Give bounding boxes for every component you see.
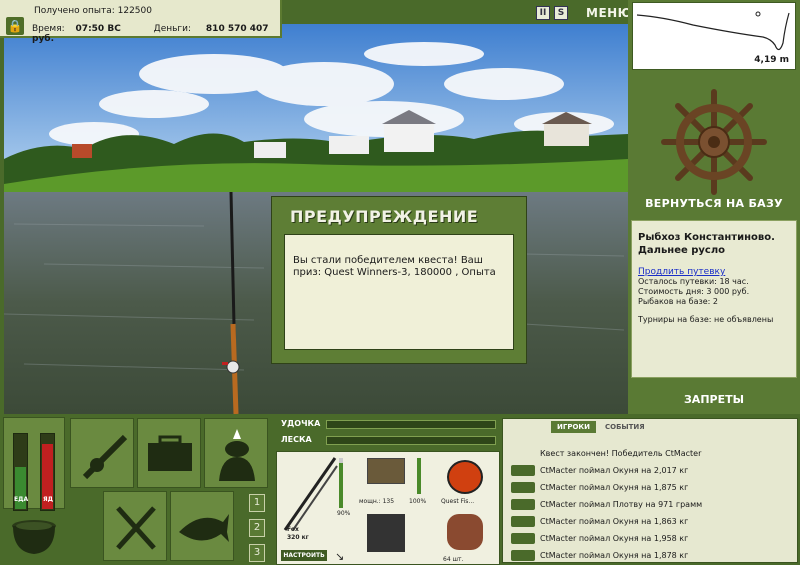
- line-bar-label: ЛЕСКА: [281, 435, 312, 444]
- rod-bar-label: УДОЧКА: [281, 419, 321, 428]
- lure-name: Quest Fis...: [441, 498, 475, 505]
- list-item: CtMacter поймал Окуня на 1,958 кг: [509, 530, 795, 547]
- arrow-icon[interactable]: ↘: [335, 550, 344, 563]
- reel-cond-fill: [417, 458, 421, 494]
- page-button-2[interactable]: 2: [249, 519, 265, 537]
- tackle-panel: Fox 320 кг 90% мощн.: 135 100% Quest Fis…: [276, 451, 500, 565]
- bait-count: 64 шт.: [443, 556, 464, 563]
- top-controls: II S МЕНЮ: [536, 4, 632, 22]
- events-tabs: ИГРОКИ СОБЫТИЯ: [551, 421, 651, 433]
- fish-icon: [511, 533, 535, 544]
- money-value: 810 570 407 руб.: [32, 24, 269, 44]
- fish-icon: [511, 465, 535, 476]
- rod-percent: 90%: [337, 510, 351, 517]
- time-label: Время:: [32, 24, 65, 34]
- lock-icon[interactable]: 🔒: [6, 17, 24, 35]
- fisherman-icon: [219, 429, 255, 481]
- base-info-panel: Рыбхоз Константиново. Дальнее русло Прод…: [631, 220, 797, 378]
- fish-icon: [511, 550, 535, 561]
- reel-power: мощн.: 135: [359, 498, 395, 505]
- bait-slot[interactable]: [447, 514, 483, 550]
- rod-icon: [283, 457, 338, 531]
- list-item: CtMacter поймал Окуня на 2,017 кг: [509, 462, 795, 479]
- bans-button[interactable]: ЗАПРЕТЫ: [628, 393, 800, 406]
- dialog-message: Вы стали победителем квеста! Ваш приз: Q…: [284, 234, 514, 350]
- rod-slot[interactable]: Fox 320 кг: [279, 454, 341, 564]
- fish-icon: [511, 516, 535, 527]
- food-label: ЕДА: [14, 496, 29, 503]
- tab-events[interactable]: СОБЫТИЯ: [598, 421, 651, 433]
- warning-dialog[interactable]: ПРЕДУПРЕЖДЕНИЕ Вы стали победителем квес…: [271, 196, 527, 364]
- catch-list: CtMacter поймал Окуня на 2,017 кг CtMact…: [509, 462, 795, 564]
- list-item: CtMacter поймал Плотву на 971 грамм: [509, 496, 795, 513]
- depth-value: 4,19 m: [754, 55, 789, 65]
- page-button-3[interactable]: 3: [249, 544, 265, 562]
- cauldron-icon[interactable]: [8, 512, 60, 560]
- fork-knife-icon: [116, 506, 156, 550]
- rod-condition-bar: [339, 458, 343, 508]
- reel-slot[interactable]: [367, 458, 405, 484]
- rod-reel-icon: [82, 434, 128, 480]
- experience-info: Получено опыта: 122500: [34, 6, 152, 16]
- page-button-1[interactable]: 1: [249, 494, 265, 512]
- rod-bar-track: [326, 420, 496, 429]
- player-status-bar: Получено опыта: 122500 🔒 Время: 07:50 ВС…: [0, 0, 282, 44]
- setup-button[interactable]: НАСТРОИТЬ: [281, 550, 327, 561]
- experience-label: Получено опыта:: [34, 6, 115, 16]
- time-money-row: Время: 07:50 ВС Деньги: 810 570 407 руб.: [32, 24, 280, 44]
- base-name-line2: Дальнее русло: [638, 245, 726, 256]
- reel-percent: 100%: [409, 498, 427, 505]
- fish-icon: [511, 482, 535, 493]
- money-label: Деньги:: [153, 24, 192, 34]
- experience-value: 122500: [117, 6, 152, 16]
- tackle-box-tile[interactable]: [137, 418, 201, 488]
- list-item: CtMacter поймал Окуня на 1,863 кг: [509, 513, 795, 530]
- menu-button[interactable]: МЕНЮ: [586, 6, 632, 20]
- list-item: CtMacter поймал Окуня на 1,878 кг: [509, 547, 795, 564]
- reel-condition-bar: [417, 458, 421, 494]
- extend-permit-link[interactable]: Продлить путевку: [638, 267, 790, 277]
- line-bar-track: [326, 436, 496, 445]
- tab-players[interactable]: ИГРОКИ: [551, 421, 596, 433]
- rod-weight: 320 кг: [287, 534, 309, 541]
- anglers-count: Рыбаков на базе: 2: [638, 297, 718, 306]
- rod-bar: УДОЧКА: [276, 418, 498, 432]
- rods-tile[interactable]: [70, 418, 134, 488]
- permit-remaining: Осталось путевки: 18 час.: [638, 277, 749, 286]
- ship-wheel-icon[interactable]: [658, 86, 770, 198]
- events-panel: ИГРОКИ СОБЫТИЯ Квест закончен! Победител…: [502, 418, 798, 563]
- sound-button[interactable]: S: [554, 6, 568, 20]
- meters-tile: [3, 417, 65, 511]
- rod-cond-fill: [339, 463, 343, 508]
- time-value: 07:50 ВС: [75, 24, 121, 34]
- rod-name: Fox: [287, 526, 299, 533]
- pause-button[interactable]: II: [536, 6, 550, 20]
- list-item: CtMacter поймал Окуня на 1,875 кг: [509, 479, 795, 496]
- fish-icon: [179, 514, 229, 542]
- quest-result-text: Квест закончен! Победитель CtMacter: [540, 449, 702, 458]
- tackle-box-icon: [148, 435, 192, 471]
- lure-slot[interactable]: [447, 460, 483, 494]
- right-panel: 4,19 m ВЕРНУТЬСЯ НА БАЗУ Рыбхоз Констант…: [628, 0, 800, 414]
- base-name-line1: Рыбхоз Константиново.: [638, 232, 775, 243]
- fish-tile[interactable]: [170, 491, 234, 561]
- food-tile[interactable]: [103, 491, 167, 561]
- line-spool-slot[interactable]: [367, 514, 405, 552]
- return-to-base-button[interactable]: ВЕРНУТЬСЯ НА БАЗУ: [628, 197, 800, 210]
- poison-label: ЯД: [43, 496, 53, 503]
- tackle-bars: УДОЧКА ЛЕСКА: [276, 418, 498, 448]
- depth-chart: 4,19 m: [632, 2, 796, 70]
- dialog-title: ПРЕДУПРЕЖДЕНИЕ: [290, 207, 479, 226]
- fisherman-tile[interactable]: [204, 418, 268, 488]
- day-cost: Стоимость дня: 3 000 руб.: [638, 287, 750, 296]
- tournaments-info: Турниры на базе: не объявлены: [638, 315, 774, 324]
- fish-icon: [511, 499, 535, 510]
- line-bar: ЛЕСКА: [276, 434, 498, 448]
